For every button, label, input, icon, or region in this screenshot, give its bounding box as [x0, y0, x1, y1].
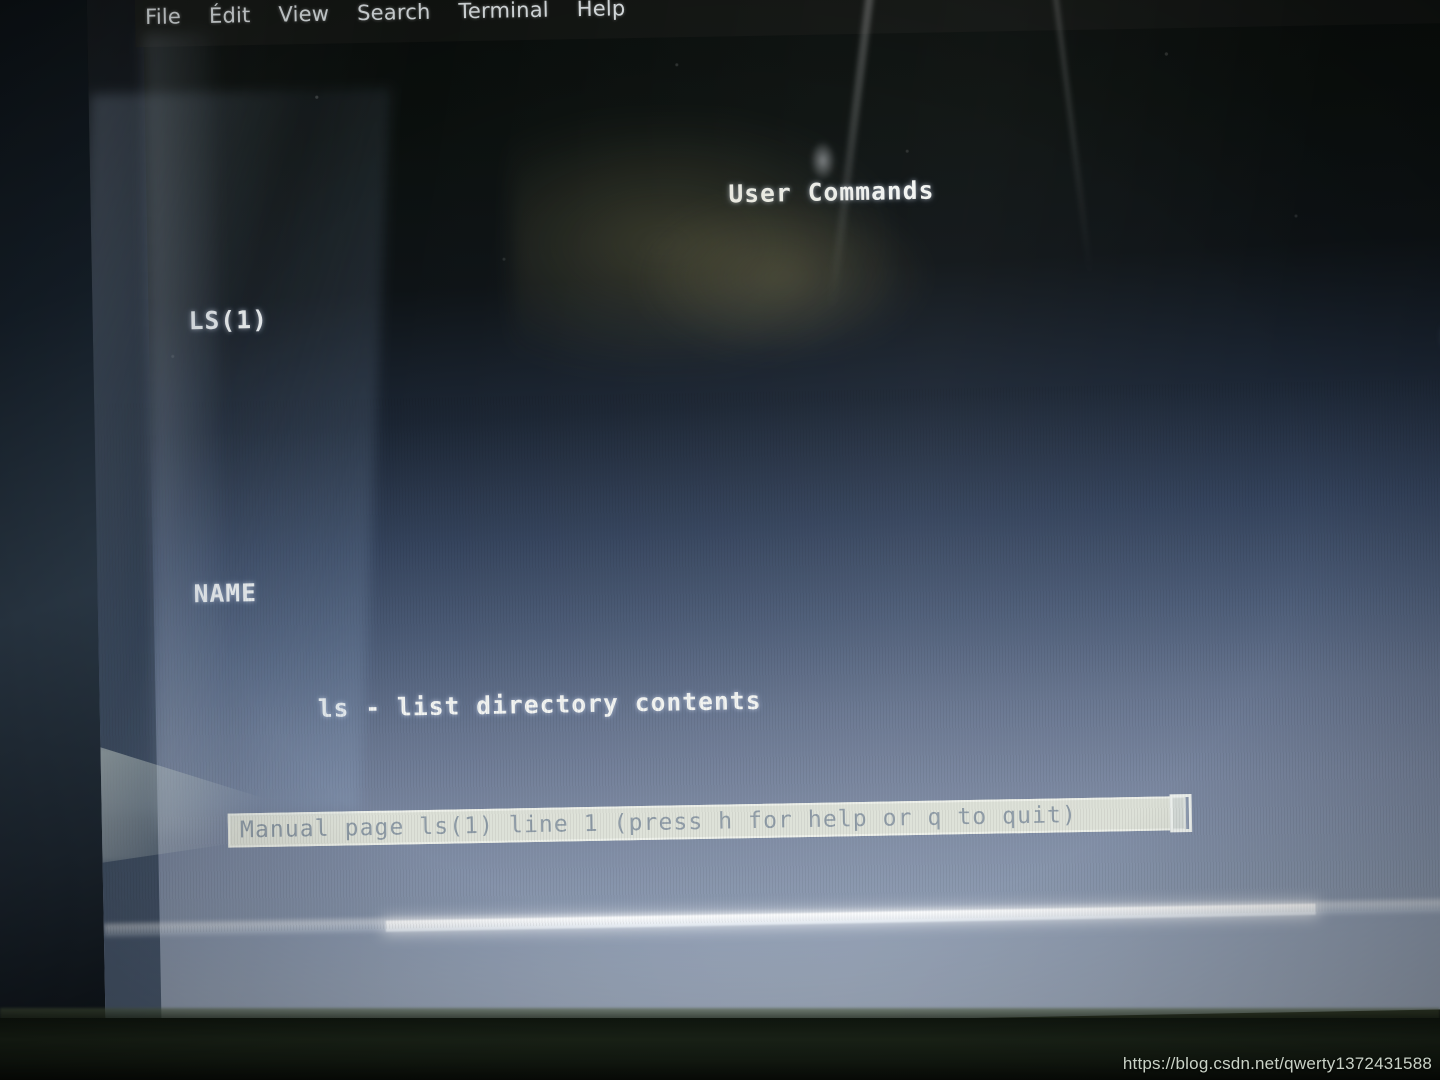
monitor-screen: File Édit View Search Terminal Help User…: [86, 0, 1440, 1034]
menu-item-search[interactable]: Search: [357, 0, 431, 25]
terminal-window[interactable]: File Édit View Search Terminal Help User…: [134, 0, 1440, 903]
menu-item-file[interactable]: File: [145, 4, 181, 29]
manpage-header-row2: LS(1) LS(: [140, 238, 1440, 335]
menu-item-help[interactable]: Help: [577, 0, 626, 21]
menu-item-terminal[interactable]: Terminal: [458, 0, 549, 23]
block-cursor-icon: [1169, 793, 1193, 833]
manpage-header-center: User Commands: [728, 175, 935, 209]
manpage-header-left: LS(1): [188, 304, 269, 336]
manpage-header-row: User Commands: [137, 121, 1440, 209]
menu-item-view[interactable]: View: [278, 2, 329, 27]
menu-item-edit[interactable]: Édit: [209, 3, 251, 28]
desktop-panel-bar: [385, 903, 1316, 932]
manpage-content: User Commands LS(1) LS( NAME ls - list d…: [135, 4, 1440, 829]
section-body-name: ls - list directory contents: [317, 685, 762, 723]
section-heading-name: NAME: [193, 578, 258, 609]
watermark-url: https://blog.csdn.net/qwerty1372431588: [1122, 1054, 1432, 1073]
monitor-photo: File Édit View Search Terminal Help User…: [0, 0, 1440, 1080]
blank-row-1: [142, 394, 1440, 458]
